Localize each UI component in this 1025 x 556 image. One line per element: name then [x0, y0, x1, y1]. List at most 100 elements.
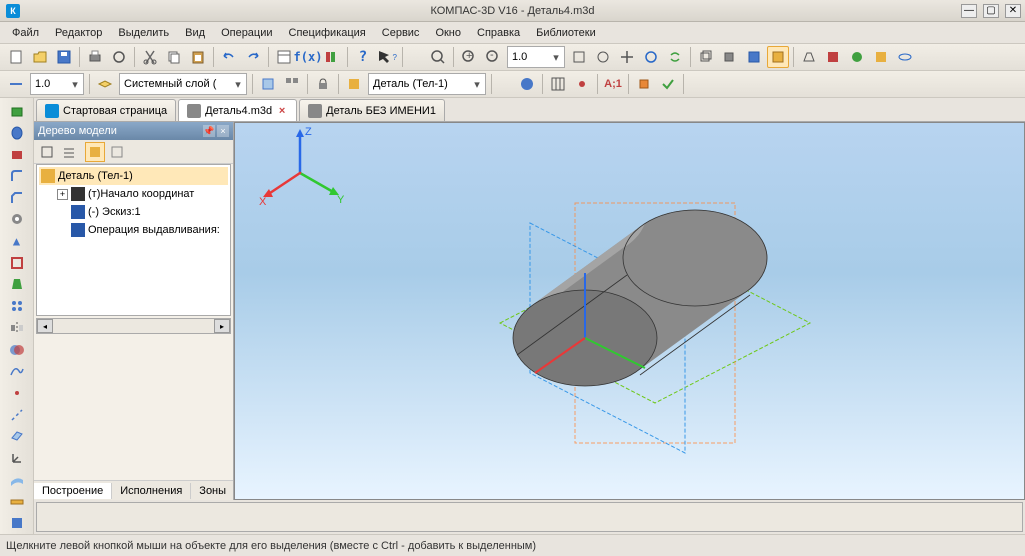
tree-close-icon[interactable]: × [217, 125, 229, 137]
minimize-button[interactable]: — [961, 4, 977, 18]
whats-this-button[interactable]: ? [376, 46, 398, 68]
layer-dropdown[interactable]: ▾ [119, 73, 247, 95]
layer-input[interactable] [122, 75, 232, 93]
tab-close-icon[interactable]: × [276, 105, 288, 117]
section-button[interactable] [822, 46, 844, 68]
linestyle-button[interactable] [5, 73, 27, 95]
lock-button[interactable] [312, 73, 334, 95]
part-input[interactable] [371, 75, 471, 93]
menu-service[interactable]: Сервис [374, 25, 428, 41]
tree-tab-zones[interactable]: Зоны [191, 483, 235, 499]
redraw-button[interactable] [664, 46, 686, 68]
mirror-button[interactable] [5, 318, 29, 338]
redo-button[interactable] [242, 46, 264, 68]
apply-button[interactable] [657, 73, 679, 95]
simplify-button[interactable] [846, 46, 868, 68]
chevron-down-icon[interactable]: ▾ [471, 78, 483, 91]
render-shaded-button[interactable] [743, 46, 765, 68]
menu-window[interactable]: Окно [427, 25, 469, 41]
paste-button[interactable] [187, 46, 209, 68]
text-button[interactable]: A;1 [602, 73, 624, 95]
help-button[interactable]: ? [352, 46, 374, 68]
tree-expand-button[interactable] [37, 142, 57, 162]
print-preview-button[interactable] [108, 46, 130, 68]
viewport-3d[interactable]: Z Y X [234, 122, 1025, 500]
undo-button[interactable] [218, 46, 240, 68]
boolean-button[interactable] [5, 340, 29, 360]
render-hidden-button[interactable] [719, 46, 741, 68]
surface-button[interactable] [5, 470, 29, 490]
zoom-prev-button[interactable] [592, 46, 614, 68]
zoom-window-button[interactable] [568, 46, 590, 68]
render-wireframe-button[interactable] [695, 46, 717, 68]
chevron-down-icon[interactable]: ▾ [69, 78, 81, 91]
rotate-button[interactable] [640, 46, 662, 68]
menu-help[interactable]: Справка [469, 25, 528, 41]
orbit-button[interactable] [894, 46, 916, 68]
plane-button[interactable] [5, 427, 29, 447]
revolve-button[interactable] [5, 123, 29, 143]
zoom-in-button[interactable]: + [458, 46, 480, 68]
render-shaded-edges-button[interactable] [767, 46, 789, 68]
part-icon[interactable] [343, 73, 365, 95]
copy-button[interactable] [163, 46, 185, 68]
snap-button[interactable] [571, 73, 593, 95]
zoom-out-button[interactable]: - [482, 46, 504, 68]
pan-button[interactable] [616, 46, 638, 68]
chamfer-button[interactable] [5, 188, 29, 208]
tree-root[interactable]: Деталь (Тел-1) [39, 167, 228, 185]
tree-list-button[interactable] [59, 142, 79, 162]
grid-snap-button[interactable] [547, 73, 569, 95]
measure-button[interactable] [5, 492, 29, 512]
tree-node-sketch[interactable]: (-) Эскиз:1 [39, 203, 228, 221]
pin-icon[interactable]: 📌 [203, 125, 215, 137]
view-mgr-button[interactable] [281, 73, 303, 95]
array-button[interactable] [5, 296, 29, 316]
line-scale-dropdown[interactable]: ▾ [30, 73, 84, 95]
chevron-down-icon[interactable]: ▾ [232, 78, 244, 91]
rib-button[interactable]: ▲ [5, 231, 29, 251]
color-button[interactable] [870, 46, 892, 68]
properties-button[interactable] [273, 46, 295, 68]
maximize-button[interactable]: ▢ [983, 4, 999, 18]
fillet-button[interactable] [5, 166, 29, 186]
open-button[interactable] [29, 46, 51, 68]
save-button[interactable] [53, 46, 75, 68]
menu-file[interactable]: Файл [4, 25, 47, 41]
tree-tab-build[interactable]: Построение [34, 483, 112, 499]
zoom-fit-button[interactable] [427, 46, 449, 68]
variables-button[interactable]: f(x) [297, 46, 319, 68]
point-button[interactable] [5, 383, 29, 403]
tab-unnamed[interactable]: Деталь БЕЗ ИМЕНИ1 [299, 99, 445, 121]
line-scale-input[interactable] [33, 75, 69, 93]
lcs-button[interactable] [5, 448, 29, 468]
menu-operations[interactable]: Операции [213, 25, 280, 41]
draft-button[interactable] [5, 275, 29, 295]
menu-libraries[interactable]: Библиотеки [528, 25, 604, 41]
view-button[interactable] [257, 73, 279, 95]
cut-extrude-button[interactable] [5, 144, 29, 164]
cut-button[interactable] [139, 46, 161, 68]
tab-start-page[interactable]: Стартовая страница [36, 99, 176, 121]
print-button[interactable] [84, 46, 106, 68]
menu-select[interactable]: Выделить [110, 25, 177, 41]
sketch-button[interactable] [633, 73, 655, 95]
part-dropdown[interactable]: ▾ [368, 73, 486, 95]
scroll-left-icon[interactable]: ◂ [37, 319, 53, 333]
eval-button[interactable] [5, 513, 29, 533]
material-button[interactable] [516, 73, 538, 95]
menu-specification[interactable]: Спецификация [281, 25, 374, 41]
tree-node-origin[interactable]: + (т)Начало координат [39, 185, 228, 203]
menu-view[interactable]: Вид [177, 25, 213, 41]
axis-button[interactable] [5, 405, 29, 425]
scroll-right-icon[interactable]: ▸ [214, 319, 230, 333]
new-button[interactable] [5, 46, 27, 68]
tree-filter-button[interactable] [107, 142, 127, 162]
tab-detail4[interactable]: Деталь4.m3d × [178, 99, 297, 121]
extrude-button[interactable] [5, 101, 29, 121]
expand-icon[interactable]: + [57, 189, 68, 200]
zoom-input[interactable] [510, 48, 550, 66]
tree-hscroll[interactable]: ◂ ▸ [36, 318, 231, 334]
library-button[interactable] [321, 46, 343, 68]
close-button[interactable]: ✕ [1005, 4, 1021, 18]
